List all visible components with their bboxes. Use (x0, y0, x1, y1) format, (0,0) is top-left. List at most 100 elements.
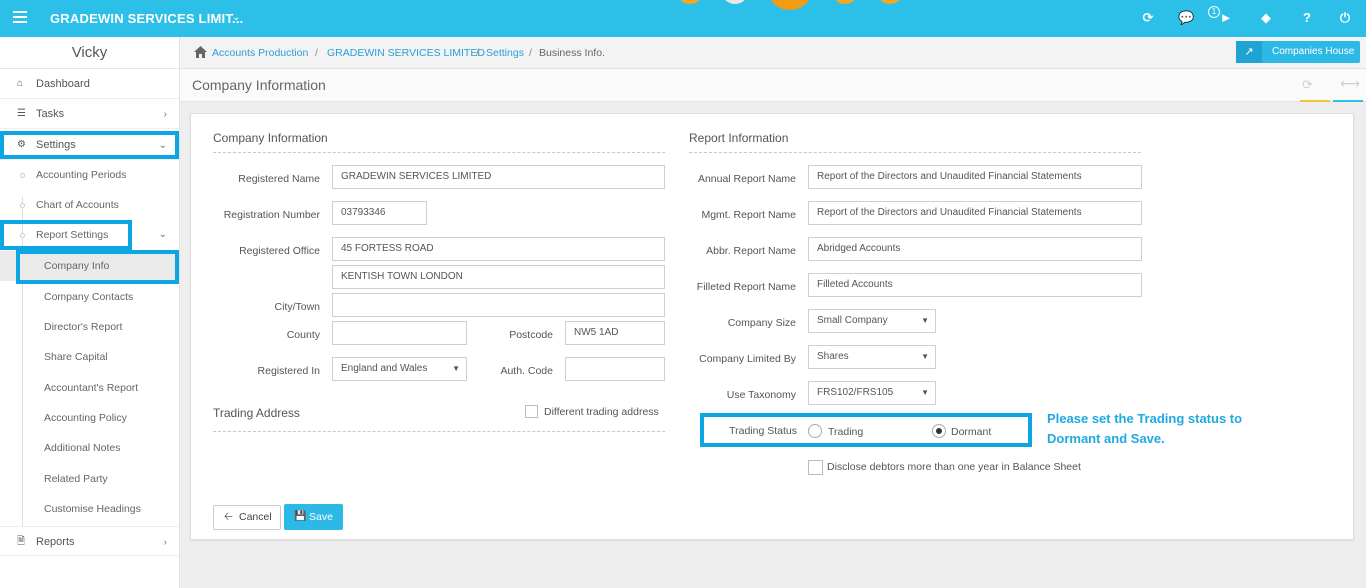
abbr-report-input[interactable]: Abridged Accounts (808, 237, 1142, 261)
company-title[interactable]: GRADEWIN SERVICES LIMIT... (50, 11, 243, 26)
refresh-icon[interactable]: ⟳ (1140, 10, 1156, 26)
report-section-title: Report Information (689, 131, 789, 145)
gear-icon: ⚙ (17, 139, 26, 150)
chevron-down-icon: ⌄ (158, 229, 167, 240)
company-limited-label: Company Limited By (699, 353, 796, 365)
help-icon[interactable]: ? (1299, 10, 1315, 26)
sidebar-item-share-capital[interactable]: Share Capital (0, 342, 179, 372)
sidebar-item-accounting-policy[interactable]: Accounting Policy (0, 403, 179, 433)
power-icon[interactable]: ⏻ (1337, 10, 1353, 26)
refresh-icon[interactable]: ⟳ (1302, 77, 1313, 93)
sidebar-item-accountants-report[interactable]: Accountant's Report (0, 373, 179, 403)
registered-in-select[interactable]: England and Wales ▼ (332, 357, 467, 381)
sidebar: Vicky ⌂ Dashboard ☰ Tasks › ⚙ Settings ⌄… (0, 37, 180, 588)
registered-in-label: Registered In (257, 365, 320, 377)
megaphone-icon[interactable]: ► (1218, 10, 1234, 26)
top-bar: GRADEWIN SERVICES LIMIT... ⌄ ⟳ 💬 1 ► ◆ ?… (0, 0, 1366, 37)
floppy-disk-icon: 💾 (294, 511, 307, 522)
chevron-right-icon: › (163, 109, 167, 120)
sidebar-item-accounting-periods[interactable]: Accounting Periods (0, 160, 179, 190)
county-input[interactable] (332, 321, 467, 345)
disclose-debtors-checkbox[interactable] (808, 460, 823, 475)
breadcrumb: Accounts Production / GRADEWIN SERVICES … (180, 37, 1366, 69)
page-header: Company Information ⟳ ⟷ (180, 69, 1366, 102)
sidebar-item-customise-headings[interactable]: Customise Headings (0, 494, 179, 524)
filleted-report-input[interactable]: Filleted Accounts (808, 273, 1142, 297)
document-icon: 🗎 (17, 536, 26, 547)
arrow-left-icon: 🡠 (224, 511, 233, 523)
sidebar-item-dashboard[interactable]: ⌂ Dashboard (0, 69, 179, 99)
mgmt-report-label: Mgmt. Report Name (701, 209, 796, 221)
city-input[interactable] (332, 293, 665, 317)
auth-code-input[interactable] (565, 357, 665, 381)
cancel-button[interactable]: 🡠 Cancel (213, 505, 281, 530)
registered-name-input[interactable]: GRADEWIN SERVICES LIMITED (332, 165, 665, 189)
instruction-text: Please set the Trading status to Dormant… (1047, 411, 1243, 446)
taxonomy-select[interactable]: FRS102/FRS105 ▼ (808, 381, 936, 405)
save-button[interactable]: 💾 Save (284, 504, 343, 530)
dropdown-arrow-icon: ▼ (921, 316, 929, 325)
sidebar-item-tasks[interactable]: ☰ Tasks › (0, 99, 179, 129)
disclose-debtors-label: Disclose debtors more than one year in B… (827, 461, 1081, 473)
sidebar-item-related-party[interactable]: Related Party (0, 464, 179, 494)
registered-office-label: Registered Office (239, 245, 320, 257)
trading-status-label: Trading Status (729, 425, 797, 437)
expand-icon[interactable]: ⟷ (1340, 75, 1360, 92)
registration-number-label: Registration Number (223, 209, 320, 221)
taxonomy-label: Use Taxonomy (726, 389, 796, 401)
dormant-radio[interactable] (932, 424, 946, 438)
company-size-label: Company Size (727, 317, 796, 329)
sidebar-item-company-info[interactable]: Company Info (0, 251, 179, 281)
registered-name-label: Registered Name (238, 173, 320, 185)
chevron-right-icon: › (163, 537, 167, 548)
sidebar-item-additional-notes[interactable]: Additional Notes (0, 433, 179, 463)
different-trading-checkbox[interactable] (525, 405, 538, 418)
mgmt-report-input[interactable]: Report of the Directors and Unaudited Fi… (808, 201, 1142, 225)
external-link-icon: ↗ (1236, 41, 1262, 63)
auth-code-label: Auth. Code (500, 365, 553, 377)
city-label: City/Town (274, 301, 320, 313)
dormant-radio-label: Dormant (951, 426, 992, 438)
chat-icon[interactable]: 💬 (1178, 10, 1194, 26)
different-trading-label: Different trading address (544, 406, 659, 418)
registration-number-input[interactable]: 03793346 (332, 201, 427, 225)
postcode-label: Postcode (509, 329, 553, 341)
home-icon[interactable] (194, 46, 207, 58)
menu-icon[interactable] (13, 11, 27, 23)
sidebar-item-directors-report[interactable]: Director's Report (0, 312, 179, 342)
company-limited-select[interactable]: Shares ▼ (808, 345, 936, 369)
postcode-input[interactable]: NW5 1AD (565, 321, 665, 345)
company-section-title: Company Information (213, 131, 328, 145)
abbr-report-label: Abbr. Report Name (706, 245, 796, 257)
breadcrumb-current: Business Info. (539, 47, 605, 59)
trading-radio[interactable] (808, 424, 822, 438)
breadcrumb-settings[interactable]: Settings (486, 47, 524, 59)
annual-report-input[interactable]: Report of the Directors and Unaudited Fi… (808, 165, 1142, 189)
trading-address-title: Trading Address (213, 406, 300, 420)
companies-house-button[interactable]: ↗ Companies House (1236, 41, 1360, 63)
company-size-select[interactable]: Small Company ▼ (808, 309, 936, 333)
sidebar-item-reports[interactable]: 🗎 Reports › (0, 526, 179, 556)
dropdown-arrow-icon: ▼ (921, 388, 929, 397)
dropdown-arrow-icon: ▼ (452, 364, 460, 373)
annual-report-label: Annual Report Name (697, 173, 796, 185)
breadcrumb-company[interactable]: GRADEWIN SERVICES LIMITED (327, 47, 485, 59)
sidebar-item-settings[interactable]: ⚙ Settings ⌄ (0, 130, 179, 160)
address-line2-input[interactable]: KENTISH TOWN LONDON (332, 265, 665, 289)
list-icon: ☰ (17, 108, 26, 119)
user-name: Vicky (0, 37, 179, 69)
sidebar-item-company-contacts[interactable]: Company Contacts (0, 282, 179, 312)
county-label: County (286, 329, 320, 341)
filleted-report-label: Filleted Report Name (696, 281, 796, 293)
breadcrumb-accounts-production[interactable]: Accounts Production (212, 47, 308, 59)
chevron-down-icon[interactable]: ⌄ (232, 12, 240, 23)
sidebar-item-report-settings[interactable]: Report Settings ⌄ (0, 220, 179, 250)
trading-radio-label: Trading (828, 426, 864, 438)
home-icon: ⌂ (17, 78, 24, 89)
dropdown-arrow-icon: ▼ (921, 352, 929, 361)
page-title: Company Information (192, 77, 326, 93)
sidebar-item-chart-of-accounts[interactable]: Chart of Accounts (0, 190, 179, 220)
tag-icon[interactable]: ◆ (1258, 10, 1274, 26)
chevron-down-icon: ⌄ (158, 140, 167, 151)
address-line1-input[interactable]: 45 FORTESS ROAD (332, 237, 665, 261)
